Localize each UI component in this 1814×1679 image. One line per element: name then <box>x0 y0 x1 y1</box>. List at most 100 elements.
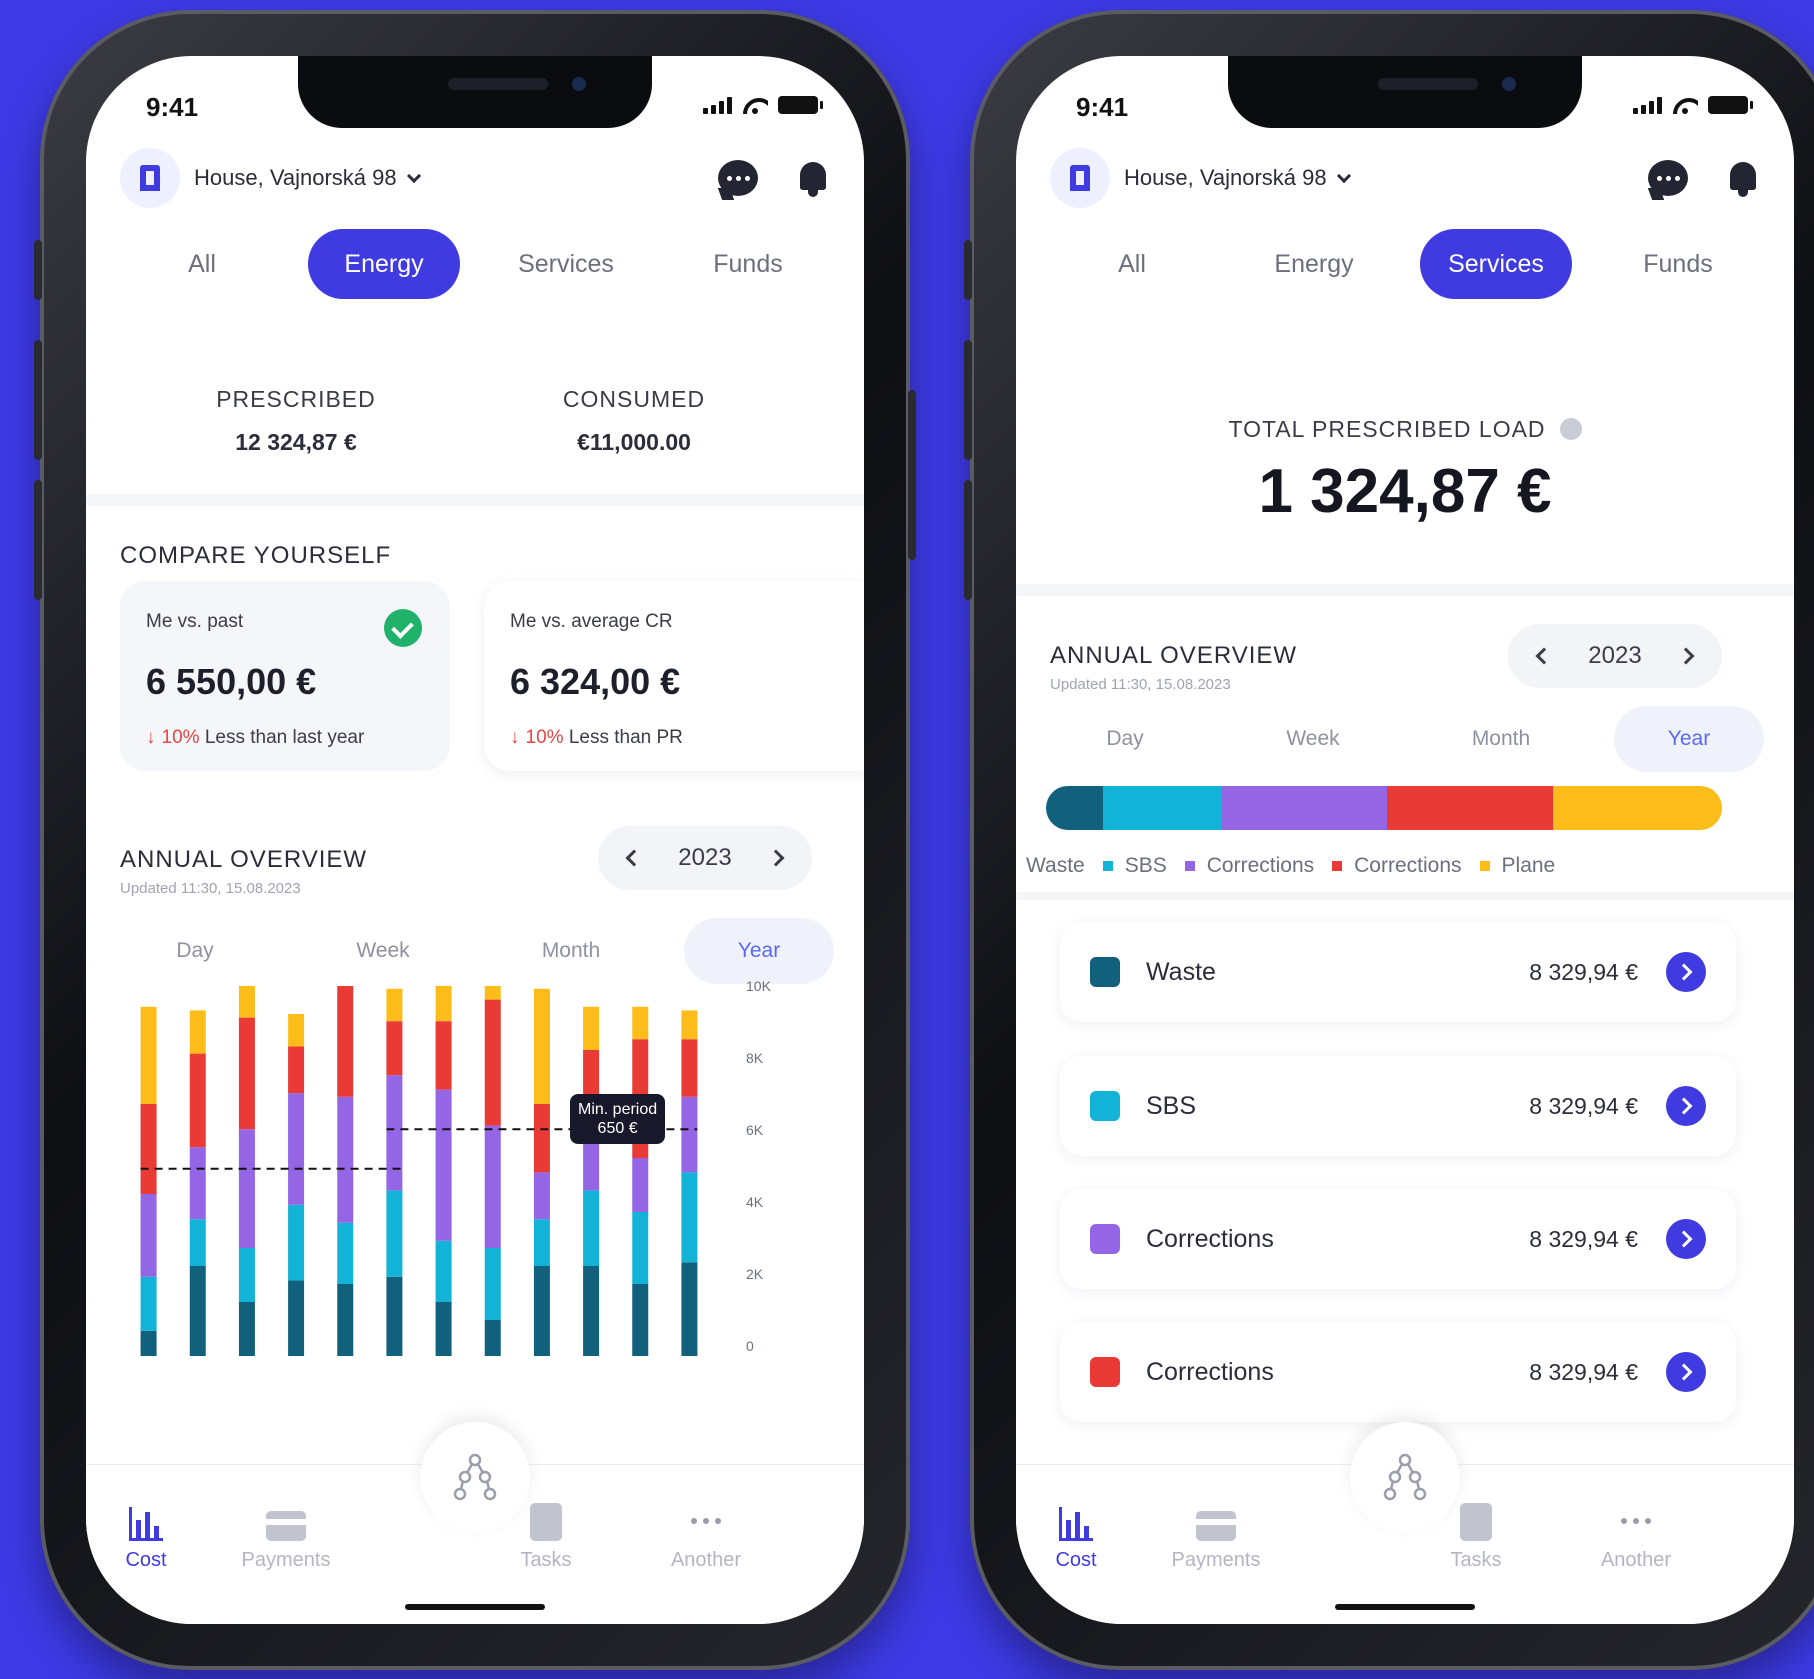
chevron-right-icon[interactable] <box>1666 1352 1706 1392</box>
bar-segment[interactable] <box>533 1104 550 1173</box>
bar-segment[interactable] <box>140 1006 157 1104</box>
bar-segment[interactable] <box>435 1240 452 1302</box>
bar-segment[interactable] <box>238 1302 255 1356</box>
bar-segment[interactable] <box>681 1172 698 1263</box>
nav-payments[interactable]: Payments <box>1156 1501 1276 1572</box>
chevron-left-icon[interactable] <box>625 849 643 867</box>
category-row-sbs[interactable]: SBS 8 329,94 € <box>1060 1056 1736 1156</box>
bar-segment[interactable] <box>632 1212 649 1284</box>
bar-segment[interactable] <box>681 1262 698 1356</box>
period-year[interactable]: Year <box>684 918 834 984</box>
bar-segment[interactable] <box>681 1096 698 1173</box>
bar-segment[interactable] <box>288 1046 305 1094</box>
bar-segment[interactable] <box>337 1222 354 1284</box>
bar-segment[interactable] <box>435 952 452 1022</box>
nav-cost[interactable]: Cost <box>86 1501 206 1572</box>
tab-services[interactable]: Services <box>490 229 642 299</box>
tab-all[interactable]: All <box>126 229 278 299</box>
center-action-button[interactable] <box>1350 1422 1460 1532</box>
bar-segment[interactable] <box>337 1284 354 1356</box>
tab-services[interactable]: Services <box>1420 229 1572 299</box>
bar-segment[interactable] <box>533 1219 550 1266</box>
bar-segment[interactable] <box>386 1276 403 1356</box>
bar-segment[interactable] <box>288 1093 305 1205</box>
chevron-right-icon[interactable] <box>1666 952 1706 992</box>
building-icon[interactable] <box>120 148 180 208</box>
bar-segment[interactable] <box>484 1248 501 1320</box>
category-row-waste[interactable]: Waste 8 329,94 € <box>1060 922 1736 1022</box>
chevron-right-icon[interactable] <box>1677 647 1695 665</box>
bar-segment[interactable] <box>386 1021 403 1076</box>
bar-segment[interactable] <box>484 945 501 1000</box>
bar-segment[interactable] <box>533 988 550 1104</box>
bar-segment[interactable] <box>140 1194 157 1277</box>
category-row-corrections[interactable]: Corrections 8 329,94 € <box>1060 1189 1736 1289</box>
bar-segment[interactable] <box>681 1039 698 1097</box>
chat-icon[interactable] <box>718 160 758 196</box>
bar-segment[interactable] <box>238 1017 255 1130</box>
chevron-left-icon[interactable] <box>1535 647 1553 665</box>
info-icon[interactable] <box>1559 418 1582 440</box>
chat-icon[interactable] <box>1648 160 1688 196</box>
bar-segment[interactable] <box>386 1190 403 1277</box>
period-month[interactable]: Month <box>496 918 646 984</box>
tab-energy[interactable]: Energy <box>1238 229 1390 299</box>
bar-segment[interactable] <box>140 1276 157 1331</box>
bar-segment[interactable] <box>189 1147 206 1220</box>
bar-segment[interactable] <box>533 1266 550 1356</box>
tab-energy[interactable]: Energy <box>308 229 460 299</box>
bar-segment[interactable] <box>189 1010 206 1054</box>
bar-segment[interactable] <box>189 1266 206 1356</box>
tab-funds[interactable]: Funds <box>1602 229 1754 299</box>
bar-segment[interactable] <box>140 1104 157 1194</box>
bar-segment[interactable] <box>386 988 403 1022</box>
chevron-right-icon[interactable] <box>1666 1086 1706 1126</box>
compare-card-average[interactable]: Me vs. average CR 6 324,00 € ↓ 10% Less t… <box>484 581 864 771</box>
bar-segment[interactable] <box>189 1219 206 1266</box>
bar-segment[interactable] <box>583 1143 600 1191</box>
bar-segment[interactable] <box>484 999 501 1126</box>
bar-segment[interactable] <box>632 1284 649 1356</box>
bar-segment[interactable] <box>435 1021 452 1090</box>
address-selector[interactable]: House, Vajnorská 98 <box>1124 165 1351 191</box>
compare-card-past[interactable]: Me vs. past 6 550,00 € ↓ 10% Less than la… <box>120 581 450 771</box>
bar-segment[interactable] <box>484 1320 501 1356</box>
nav-another[interactable]: Another <box>646 1501 766 1572</box>
period-year[interactable]: Year <box>1614 706 1764 772</box>
address-selector[interactable]: House, Vajnorská 98 <box>194 165 421 191</box>
bar-segment[interactable] <box>238 1129 255 1248</box>
bar-segment[interactable] <box>386 1075 403 1191</box>
bar-segment[interactable] <box>288 1014 305 1047</box>
period-month[interactable]: Month <box>1426 706 1576 772</box>
tab-funds[interactable]: Funds <box>672 229 824 299</box>
nav-payments[interactable]: Payments <box>226 1501 346 1572</box>
bar-segment[interactable] <box>288 1280 305 1356</box>
bar-segment[interactable] <box>484 1125 501 1248</box>
bar-segment[interactable] <box>435 1089 452 1241</box>
bar-segment[interactable] <box>337 952 354 1097</box>
period-week[interactable]: Week <box>308 918 458 984</box>
bar-segment[interactable] <box>288 1204 305 1281</box>
chevron-right-icon[interactable] <box>767 849 785 867</box>
nav-another[interactable]: Another <box>1576 1501 1696 1572</box>
building-icon[interactable] <box>1050 148 1110 208</box>
bar-segment[interactable] <box>533 1172 550 1220</box>
bar-segment[interactable] <box>337 1096 354 1223</box>
bar-segment[interactable] <box>435 1302 452 1356</box>
nav-cost[interactable]: Cost <box>1016 1501 1136 1572</box>
period-day[interactable]: Day <box>1050 706 1200 772</box>
bell-icon[interactable] <box>1726 158 1760 198</box>
bar-segment[interactable] <box>583 1006 600 1050</box>
bar-segment[interactable] <box>238 1248 255 1302</box>
category-row-corrections-2[interactable]: Corrections 8 329,94 € <box>1060 1322 1736 1422</box>
bar-segment[interactable] <box>681 1010 698 1040</box>
bell-icon[interactable] <box>796 158 830 198</box>
period-day[interactable]: Day <box>120 918 270 984</box>
tab-all[interactable]: All <box>1056 229 1208 299</box>
bar-segment[interactable] <box>583 1190 600 1266</box>
bar-segment[interactable] <box>140 1330 157 1356</box>
bar-segment[interactable] <box>632 1158 649 1212</box>
center-action-button[interactable] <box>420 1422 530 1532</box>
bar-segment[interactable] <box>632 1006 649 1040</box>
bar-segment[interactable] <box>238 952 255 1018</box>
